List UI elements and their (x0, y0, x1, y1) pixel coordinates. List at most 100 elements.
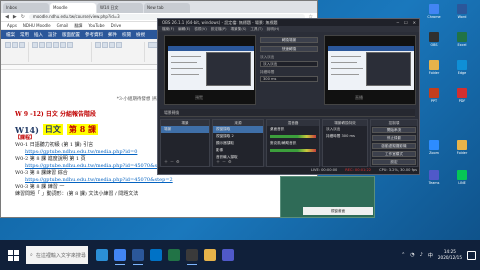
chevron-up-icon[interactable]: ⌃ (401, 252, 405, 258)
italic-icon[interactable] (39, 42, 45, 48)
browser-tab[interactable]: W14 日文 (97, 3, 143, 13)
network-icon[interactable]: ◔ (410, 252, 414, 258)
obs-menu-item[interactable]: 檢視(V) (194, 26, 206, 32)
desktop-icon[interactable]: Edge (454, 60, 470, 78)
bookmark-item[interactable]: Gmail (57, 23, 69, 28)
taskbar-search[interactable]: ⌕ 在這裡輸入文字來搜尋 (26, 246, 88, 264)
chrome-icon[interactable] (114, 249, 126, 265)
desktop-icon[interactable]: Word (454, 4, 470, 22)
obs-menu-item[interactable]: 說明(H) (267, 26, 280, 32)
reload-icon[interactable]: ↻ (21, 14, 25, 20)
ribbon-tab[interactable]: 常用 (20, 32, 29, 38)
font-color-icon[interactable] (53, 42, 59, 48)
desktop-icon[interactable]: Chrome (426, 4, 442, 22)
numbering-icon[interactable] (102, 42, 108, 48)
cut-icon[interactable] (12, 42, 18, 48)
transition-item[interactable]: 淡入淡出 (323, 126, 367, 133)
browser-tab-active[interactable]: Moodle (50, 3, 96, 13)
desktop-icon[interactable]: LINE (454, 170, 470, 188)
notification-icon[interactable] (467, 250, 476, 260)
align-left-icon[interactable] (109, 42, 115, 48)
ribbon-tab[interactable]: 插入 (34, 32, 43, 38)
obs-menu-item[interactable]: 工具(T) (250, 26, 262, 32)
word-icon[interactable] (132, 249, 144, 265)
audio-meter[interactable] (270, 135, 316, 138)
bookmark-item[interactable]: YouTube (88, 23, 104, 28)
excel-icon[interactable] (168, 249, 180, 261)
obs-menu-item[interactable]: 檔案(F) (162, 26, 174, 32)
source-item[interactable]: 視窗擷取 2 (213, 133, 263, 140)
desktop-icon[interactable]: Teams (426, 170, 442, 188)
obs-menu-item[interactable]: 場景集(S) (231, 26, 247, 32)
teams-icon[interactable] (222, 249, 234, 261)
desktop-icon[interactable]: PPT (426, 88, 442, 106)
source-dock-buttons[interactable]: ＋－⚙ (216, 159, 234, 165)
desktop-icon[interactable]: Excel (454, 32, 470, 50)
obs-icon[interactable] (186, 249, 198, 265)
desktop-icon[interactable]: Folder (426, 60, 442, 78)
obs-menu-item[interactable]: 編輯(E) (178, 26, 190, 32)
outlook-icon[interactable] (150, 249, 162, 261)
bold-icon[interactable] (32, 42, 38, 48)
ribbon-tab[interactable]: 檔案 (6, 32, 15, 38)
back-icon[interactable]: ◀ (5, 14, 9, 20)
transitions-dock: 場景轉換特效 淡入淡出 持續時間 300 ms (322, 119, 368, 167)
source-item[interactable]: 顯示器擷取 (213, 140, 263, 147)
ribbon-tab[interactable]: 郵件 (108, 32, 117, 38)
input-language[interactable]: 中 (428, 252, 433, 259)
transition-item[interactable]: 持續時間 300 ms (323, 133, 367, 140)
bookmark-item[interactable]: Apps (7, 23, 17, 28)
start-button[interactable] (0, 240, 26, 270)
source-item[interactable]: 視窗擷取 (213, 126, 263, 133)
scene-item[interactable]: 場景 (161, 126, 209, 133)
bookmark-item[interactable]: NDHU Moodle (23, 23, 51, 28)
ribbon-tab[interactable]: 檢視 (136, 32, 145, 38)
file-explorer-icon[interactable] (204, 249, 216, 261)
ribbon-tab[interactable]: 設計 (48, 32, 57, 38)
bullets-icon[interactable] (95, 42, 101, 48)
desktop-icon[interactable]: OBS (426, 32, 442, 50)
bookmark-item[interactable]: Drive (111, 23, 122, 28)
desktop-icon[interactable]: Zoom (426, 140, 442, 158)
underline-icon[interactable] (46, 42, 52, 48)
browser-tab[interactable]: New tab (144, 3, 190, 13)
desktop-icon[interactable]: PDF (454, 88, 470, 106)
align-center-icon[interactable] (116, 42, 122, 48)
audio-meter[interactable] (270, 149, 316, 152)
close-icon[interactable]: ✕ (413, 19, 416, 26)
fade-select[interactable]: 淡入淡出 (260, 61, 318, 67)
item-link[interactable]: https://gptube.ndhu.edu.tw/media.php?id=… (15, 177, 305, 184)
font-size-icon[interactable] (67, 42, 73, 48)
duration-field[interactable]: 300 ms (260, 76, 318, 82)
copy-icon[interactable] (19, 42, 25, 48)
browser-tab[interactable]: Inbox (3, 3, 49, 13)
scene-dock-buttons[interactable]: ＋－⚙ (164, 159, 182, 165)
stop-recording-button[interactable]: 停止錄影 (372, 135, 416, 141)
edge-icon[interactable] (96, 249, 108, 261)
desktop-icon[interactable]: Folder (454, 140, 470, 158)
ribbon-tab[interactable]: 版面配置 (62, 32, 80, 38)
ribbon-tab[interactable]: 校閱 (122, 32, 131, 38)
obs-preview[interactable]: 預覽 (164, 35, 256, 105)
ribbon-tab[interactable]: 參考資料 (85, 32, 103, 38)
settings-button[interactable]: 設定 (372, 159, 416, 165)
virtual-camera-button[interactable]: 啟動虛擬攝影機 (372, 143, 416, 149)
bookmark-item[interactable]: 翻譯 (74, 23, 82, 29)
folder-icon (457, 140, 467, 150)
obs-menubar: 檔案(F) 編輯(E) 檢視(V) 設定檔(P) 場景集(S) 工具(T) 說明… (158, 26, 419, 32)
start-streaming-button[interactable]: 開始串流 (372, 127, 416, 133)
source-item[interactable]: 影像 (213, 147, 263, 154)
volume-icon[interactable]: ♪ (420, 252, 423, 258)
maximize-icon[interactable]: ☐ (404, 19, 408, 26)
clock[interactable]: 14:25 2020/12/15 (438, 249, 462, 261)
obs-menu-item[interactable]: 設定檔(P) (211, 26, 227, 32)
paste-icon[interactable] (5, 42, 11, 48)
rec-status: REC: 00:01:22 (345, 168, 372, 172)
minimize-icon[interactable]: ─ (397, 19, 399, 26)
mini-window[interactable]: 視窗畫面 (280, 176, 375, 218)
transition-button[interactable]: 轉換場景 (260, 37, 318, 43)
highlight-icon[interactable] (60, 42, 66, 48)
forward-icon[interactable]: ▶ (13, 14, 17, 20)
quick-transition-button[interactable]: 快速轉換 (260, 46, 318, 52)
studio-mode-button[interactable]: 工作室模式 (372, 151, 416, 157)
